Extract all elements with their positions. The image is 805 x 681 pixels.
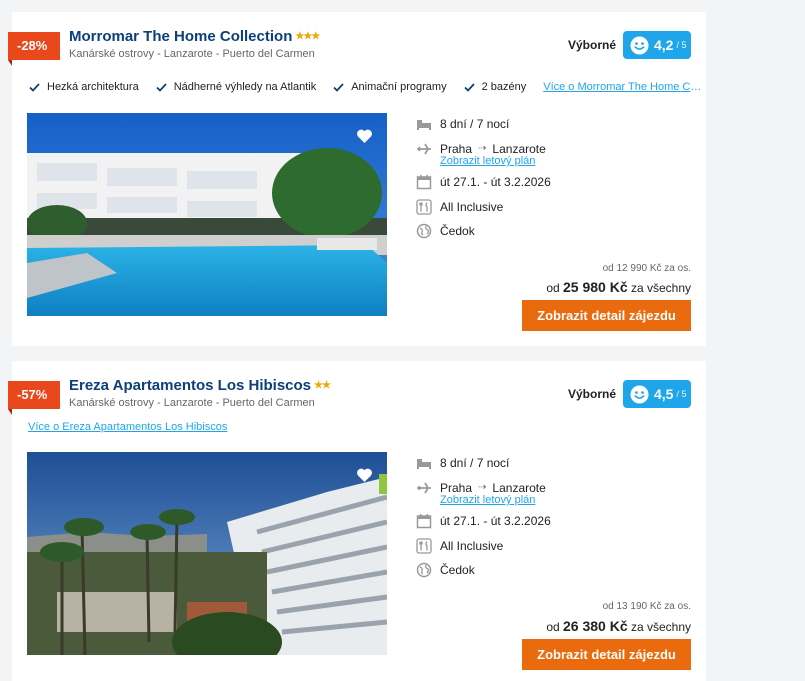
plane-icon xyxy=(417,143,431,155)
operator-row: Čedok xyxy=(416,219,551,244)
rating-badge: 4,5 / 5 xyxy=(623,380,691,408)
apartment-building-photo xyxy=(27,452,387,655)
hotel-title[interactable]: Morromar The Home Collection ★★★ xyxy=(69,28,320,45)
price-suffix: za všechny xyxy=(630,281,691,295)
price-per-person: od 12 990 Kč za os. xyxy=(602,263,691,274)
duration-row: 8 dní / 7 nocí xyxy=(416,451,551,476)
rating-label: Výborné xyxy=(567,38,616,52)
calendar-icon xyxy=(416,175,432,190)
feature-label: Hezká architektura xyxy=(47,81,139,93)
flight-plan-link[interactable]: Zobrazit letový plán xyxy=(440,155,551,167)
bed-icon xyxy=(417,459,431,470)
hotel-card: -28% Morromar The Home Collection ★★★ Kan… xyxy=(8,12,707,346)
price-prefix: od xyxy=(546,281,560,295)
feature-item: Hezká architektura xyxy=(29,81,139,93)
star-rating: ★★★ xyxy=(295,31,320,42)
route-arrow-icon: ⇢ xyxy=(478,482,487,494)
hotel-more-link[interactable]: Více o Ereza Apartamentos Los Hibiscos xyxy=(28,421,227,433)
hotel-photo[interactable] xyxy=(27,452,387,655)
hotel-more-link[interactable]: Více o Morromar The Home Collection xyxy=(543,81,707,93)
hotel-location: Kanárské ostrovy - Lanzarote - Puerto de… xyxy=(69,48,315,60)
hotel-name[interactable]: Ereza Apartamentos Los Hibiscos xyxy=(69,377,311,394)
trip-info: 8 dní / 7 nocí Praha ⇢ Lanzarote Zobrazi… xyxy=(416,451,551,583)
rating-label: Výborné xyxy=(567,387,616,401)
operator-row: Čedok xyxy=(416,558,551,583)
globe-icon xyxy=(416,224,432,239)
departure-city: Praha xyxy=(440,480,473,495)
rating-value: 4,2 xyxy=(654,37,674,53)
globe-icon xyxy=(416,563,432,578)
destination: Lanzarote xyxy=(492,480,546,495)
star-rating: ★★ xyxy=(314,380,331,391)
dates-row: út 27.1. - út 3.2.2026 xyxy=(416,170,551,195)
plane-icon xyxy=(417,482,431,494)
calendar-icon xyxy=(416,514,432,529)
flight-plan-link[interactable]: Zobrazit letový plán xyxy=(440,494,551,506)
show-detail-button[interactable]: Zobrazit detail zájezdu xyxy=(522,300,691,331)
price-per-person: od 13 190 Kč za os. xyxy=(602,601,691,612)
favorite-heart-icon[interactable] xyxy=(356,129,373,144)
price-prefix: od xyxy=(546,620,560,634)
hotel-location: Kanárské ostrovy - Lanzarote - Puerto de… xyxy=(69,397,315,409)
rating-badge: 4,2 / 5 xyxy=(623,31,691,59)
duration-text: 8 dní / 7 nocí xyxy=(440,456,510,471)
route-arrow-icon: ⇢ xyxy=(478,143,487,155)
discount-badge: -57% xyxy=(8,381,60,415)
hotel-card: -57% Ereza Apartamentos Los Hibiscos ★★ K… xyxy=(8,361,706,681)
rating-max: / 5 xyxy=(676,40,687,50)
check-icon xyxy=(29,82,40,92)
duration-text: 8 dní / 7 nocí xyxy=(440,117,510,132)
check-icon xyxy=(463,82,475,92)
hotel-pool-photo xyxy=(27,113,387,316)
feature-label: 2 bazény xyxy=(481,81,527,93)
hotel-photo[interactable] xyxy=(27,113,387,316)
price-total-value: 25 980 Kč xyxy=(563,279,628,295)
bed-icon xyxy=(417,120,431,131)
feature-item: Animační programy xyxy=(333,81,447,93)
operator-text: Čedok xyxy=(440,563,475,578)
rating-value: 4,5 xyxy=(654,386,674,402)
destination: Lanzarote xyxy=(492,141,546,156)
board-row: All Inclusive xyxy=(416,534,551,559)
price-total: od 26 380 Kč za všechny xyxy=(546,618,691,634)
meal-icon xyxy=(416,199,432,215)
smiley-icon xyxy=(630,384,649,404)
dates-text: út 27.1. - út 3.2.2026 xyxy=(440,175,551,190)
feature-label: Animační programy xyxy=(351,81,447,93)
smiley-icon xyxy=(630,35,649,55)
operator-text: Čedok xyxy=(440,224,475,239)
dates-text: út 27.1. - út 3.2.2026 xyxy=(440,514,551,529)
hotel-name[interactable]: Morromar The Home Collection xyxy=(69,28,292,45)
board-text: All Inclusive xyxy=(440,199,504,214)
discount-badge: -28% xyxy=(8,32,60,66)
show-detail-button[interactable]: Zobrazit detail zájezdu xyxy=(522,639,691,670)
departure-city: Praha xyxy=(440,141,473,156)
rating-max: / 5 xyxy=(676,389,687,399)
feature-item: 2 bazény xyxy=(463,81,527,93)
dates-row: út 27.1. - út 3.2.2026 xyxy=(416,509,551,534)
hotel-title[interactable]: Ereza Apartamentos Los Hibiscos ★★ xyxy=(69,377,331,394)
feature-label: Nádherné výhledy na Atlantik xyxy=(173,81,317,93)
price-total-value: 26 380 Kč xyxy=(563,618,628,634)
check-icon xyxy=(333,82,344,92)
board-text: All Inclusive xyxy=(440,538,504,553)
check-icon xyxy=(156,82,167,92)
price-suffix: za všechny xyxy=(630,620,691,634)
feature-item: Nádherné výhledy na Atlantik xyxy=(156,81,316,93)
duration-row: 8 dní / 7 nocí xyxy=(416,112,551,137)
favorite-heart-icon[interactable] xyxy=(356,468,373,483)
feature-list: Hezká architektura Nádherné výhledy na A… xyxy=(29,81,707,93)
meal-icon xyxy=(416,538,432,554)
price-total: od 25 980 Kč za všechny xyxy=(546,279,691,295)
board-row: All Inclusive xyxy=(416,195,551,220)
trip-info: 8 dní / 7 nocí Praha ⇢ Lanzarote Zobrazi… xyxy=(416,112,551,244)
